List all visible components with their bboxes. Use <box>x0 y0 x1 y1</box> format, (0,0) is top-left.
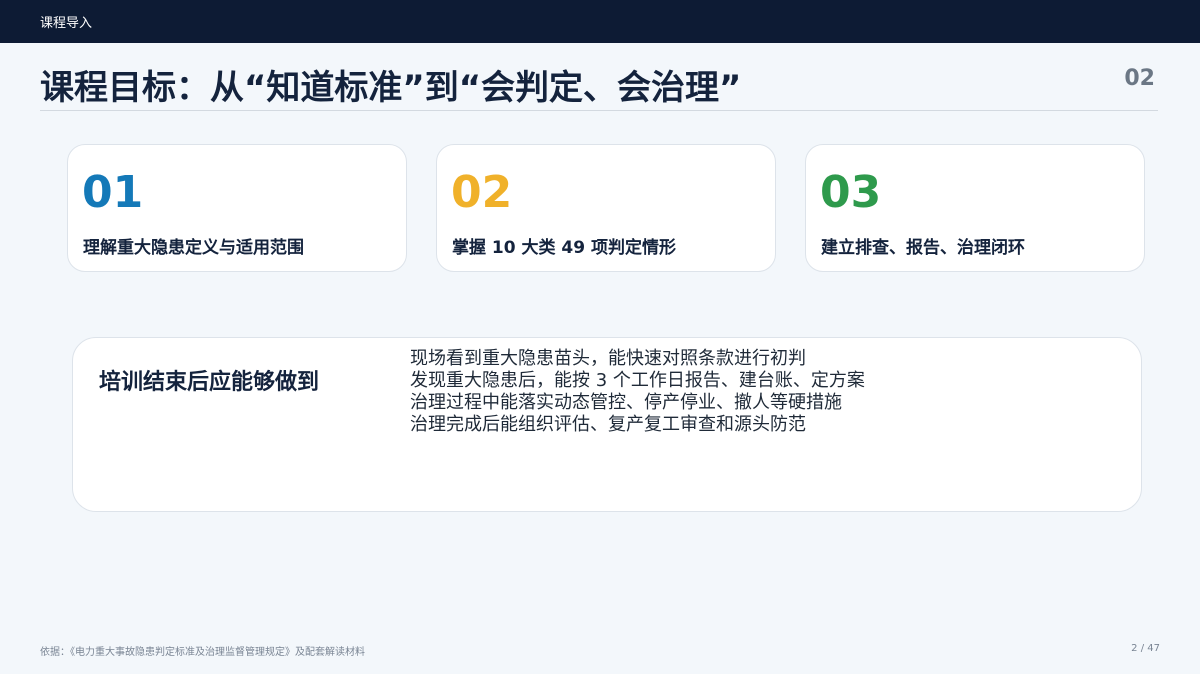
footer-source: 依据：《电力重大事故隐患判定标准及治理监督管理规定》及配套解读材料 <box>40 647 365 658</box>
footer-page-indicator: 2 / 47 <box>1131 643 1160 654</box>
objective-card-3: 03 建立排查、报告、治理闭环 <box>805 144 1145 272</box>
outcome-item: 现场看到重大隐患苗头，能快速对照条款进行初判 <box>410 348 806 369</box>
slide-number: 02 <box>1124 66 1155 91</box>
outcomes-panel: 培训结束后应能够做到 现场看到重大隐患苗头，能快速对照条款进行初判 发现重大隐患… <box>72 337 1142 512</box>
page-title: 课程目标：从“知道标准”到“会判定、会治理” <box>40 68 742 108</box>
objective-text: 掌握 10 大类 49 项判定情形 <box>452 238 676 258</box>
objective-text: 建立排查、报告、治理闭环 <box>821 238 1025 258</box>
outcome-item: 发现重大隐患后，能按 3 个工作日报告、建台账、定方案 <box>410 370 865 391</box>
top-bar: 课程导入 <box>0 0 1200 43</box>
outcome-item: 治理过程中能落实动态管控、停产停业、撤人等硬措施 <box>410 392 842 413</box>
section-label: 课程导入 <box>40 16 93 31</box>
objective-text: 理解重大隐患定义与适用范围 <box>83 238 304 258</box>
objective-card-2: 02 掌握 10 大类 49 项判定情形 <box>436 144 776 272</box>
objective-card-1: 01 理解重大隐患定义与适用范围 <box>67 144 407 272</box>
outcome-item: 治理完成后能组织评估、复产复工审查和源头防范 <box>410 414 806 435</box>
objective-number: 02 <box>451 167 513 218</box>
objective-number: 01 <box>82 167 144 218</box>
objective-number: 03 <box>820 167 882 218</box>
title-divider <box>40 110 1158 111</box>
outcomes-title: 培训结束后应能够做到 <box>99 370 320 395</box>
outcomes-list: 现场看到重大隐患苗头，能快速对照条款进行初判 发现重大隐患后，能按 3 个工作日… <box>410 348 865 436</box>
